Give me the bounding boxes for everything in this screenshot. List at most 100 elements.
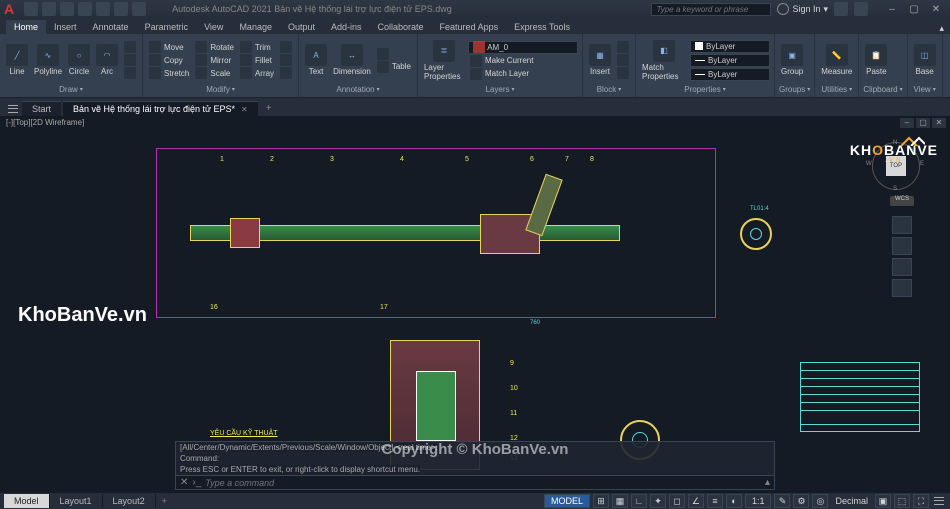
status-isolate-icon[interactable]: ▣	[875, 494, 891, 508]
layout-tab-layout2[interactable]: Layout2	[103, 494, 156, 508]
status-gear-icon[interactable]: ⚙	[793, 494, 809, 508]
modify-extra-3[interactable]	[278, 67, 294, 79]
panel-label-view[interactable]: View	[912, 84, 938, 95]
leader-button[interactable]	[375, 48, 413, 60]
status-transparency-icon[interactable]: ◐	[726, 494, 742, 508]
vp-close-button[interactable]: ✕	[932, 118, 946, 128]
file-tab-drawing[interactable]: Bản vẽ Hệ thống lái trợ lực điện tử EPS*…	[63, 101, 258, 116]
viewport-label[interactable]: [-][Top][2D Wireframe]	[6, 118, 84, 127]
cmd-recent-icon[interactable]: ▴	[765, 477, 770, 488]
dimension-button[interactable]: ↔Dimension	[331, 44, 373, 76]
file-menu-icon[interactable]	[6, 102, 20, 116]
qat-new-icon[interactable]	[24, 2, 38, 16]
ribbon-tab-view[interactable]: View	[196, 20, 231, 34]
status-workspace-icon[interactable]: ◎	[812, 494, 828, 508]
array-button[interactable]: Array	[238, 67, 276, 79]
match-layer-button[interactable]: Match Layer	[468, 68, 578, 80]
ribbon-tab-insert[interactable]: Insert	[46, 20, 85, 34]
panel-label-block[interactable]: Block	[587, 84, 631, 95]
fillet-button[interactable]: Fillet	[238, 54, 276, 66]
modify-extra-2[interactable]	[278, 54, 294, 66]
status-anno-icon[interactable]: ✎	[774, 494, 790, 508]
block-create-button[interactable]	[615, 41, 631, 53]
draw-extra-2[interactable]	[122, 54, 138, 66]
status-ortho-icon[interactable]: ∟	[631, 494, 647, 508]
panel-label-properties[interactable]: Properties	[640, 84, 770, 95]
trim-button[interactable]: Trim	[238, 41, 276, 53]
file-tab-start[interactable]: Start	[22, 101, 61, 116]
table-button[interactable]: Table	[375, 61, 413, 73]
match-properties-button[interactable]: ◧Match Properties	[640, 40, 688, 81]
ribbon-tab-manage[interactable]: Manage	[231, 20, 280, 34]
stretch-button[interactable]: Stretch	[147, 67, 191, 79]
rotate-button[interactable]: Rotate	[193, 41, 236, 53]
panel-label-utilities[interactable]: Utilities	[819, 84, 854, 95]
ribbon-tab-featured[interactable]: Featured Apps	[432, 20, 507, 34]
status-osnap-icon[interactable]: ◻	[669, 494, 685, 508]
move-button[interactable]: Move	[147, 41, 191, 53]
qat-open-icon[interactable]	[42, 2, 56, 16]
panel-label-draw[interactable]: Draw	[4, 84, 138, 95]
block-attr-button[interactable]	[615, 67, 631, 79]
layer-properties-button[interactable]: ≣Layer Properties	[422, 40, 466, 81]
qat-undo-icon[interactable]	[114, 2, 128, 16]
panel-label-modify[interactable]: Modify	[147, 84, 294, 95]
status-grid-icon[interactable]: ⊞	[593, 494, 609, 508]
group-button[interactable]: ▣Group	[779, 44, 805, 76]
help-search-input[interactable]	[651, 3, 771, 16]
ribbon-tab-addins[interactable]: Add-ins	[323, 20, 370, 34]
arc-button[interactable]: ◠Arc	[94, 44, 120, 76]
color-dropdown[interactable]: ByLayer	[690, 40, 770, 53]
status-model-button[interactable]: MODEL	[544, 494, 590, 508]
layout-add-button[interactable]: +	[156, 494, 173, 508]
layout-tab-model[interactable]: Model	[4, 494, 50, 508]
make-current-button[interactable]: Make Current	[468, 55, 578, 67]
minimize-button[interactable]: –	[882, 2, 902, 16]
modify-extra-1[interactable]	[278, 41, 294, 53]
status-polar-icon[interactable]: ✦	[650, 494, 666, 508]
ribbon-tab-collaborate[interactable]: Collaborate	[370, 20, 432, 34]
status-otrack-icon[interactable]: ∠	[688, 494, 704, 508]
mirror-button[interactable]: Mirror	[193, 54, 236, 66]
ribbon-tab-home[interactable]: Home	[6, 20, 46, 34]
panel-label-clipboard[interactable]: Clipboard	[863, 84, 902, 95]
status-scale-button[interactable]: 1:1	[745, 494, 772, 508]
close-button[interactable]: ✕	[926, 2, 946, 16]
ribbon-tab-annotate[interactable]: Annotate	[85, 20, 137, 34]
help-icon[interactable]	[854, 2, 868, 16]
status-hardware-icon[interactable]: ⬚	[894, 494, 910, 508]
vp-max-button[interactable]: ▢	[916, 118, 930, 128]
draw-extra-3[interactable]	[122, 67, 138, 79]
panel-label-annotation[interactable]: Annotation	[303, 84, 413, 95]
text-button[interactable]: AText	[303, 44, 329, 76]
status-units[interactable]: Decimal	[831, 496, 872, 506]
cmd-close-icon[interactable]: ✕	[180, 477, 188, 488]
measure-button[interactable]: 📏Measure	[819, 44, 854, 76]
new-tab-button[interactable]: +	[260, 101, 278, 116]
ribbon-tab-output[interactable]: Output	[280, 20, 323, 34]
qat-saveas-icon[interactable]	[78, 2, 92, 16]
polyline-button[interactable]: ∿Polyline	[32, 44, 64, 76]
scale-button[interactable]: Scale	[193, 67, 236, 79]
close-icon[interactable]: ✕	[241, 105, 248, 114]
status-clean-icon[interactable]: ⛶	[913, 494, 929, 508]
status-customize-icon[interactable]	[932, 494, 946, 508]
viewport[interactable]: [-][Top][2D Wireframe] – ▢ ✕ KhoBanVe.vn…	[0, 116, 950, 492]
drawing-canvas[interactable]: TL01:4 1 2 3 4 5 6 7 8 16 17 760 9 10 11…	[150, 130, 920, 492]
qat-plot-icon[interactable]	[96, 2, 110, 16]
paste-button[interactable]: 📋Paste	[863, 44, 889, 76]
panel-label-groups[interactable]: Groups	[779, 84, 810, 95]
draw-extra-1[interactable]	[122, 41, 138, 53]
app-logo[interactable]: A	[4, 1, 14, 17]
circle-button[interactable]: ○Circle	[66, 44, 92, 76]
qat-redo-icon[interactable]	[132, 2, 146, 16]
insert-button[interactable]: ▦Insert	[587, 44, 613, 76]
autodesk-app-icon[interactable]	[834, 2, 848, 16]
qat-save-icon[interactable]	[60, 2, 74, 16]
status-snap-icon[interactable]: ▦	[612, 494, 628, 508]
ribbon-collapse-icon[interactable]: ▴	[933, 23, 950, 34]
layer-dropdown[interactable]: AM_0	[468, 41, 578, 54]
line-button[interactable]: ╱Line	[4, 44, 30, 76]
layout-tab-layout1[interactable]: Layout1	[50, 494, 103, 508]
block-edit-button[interactable]	[615, 54, 631, 66]
